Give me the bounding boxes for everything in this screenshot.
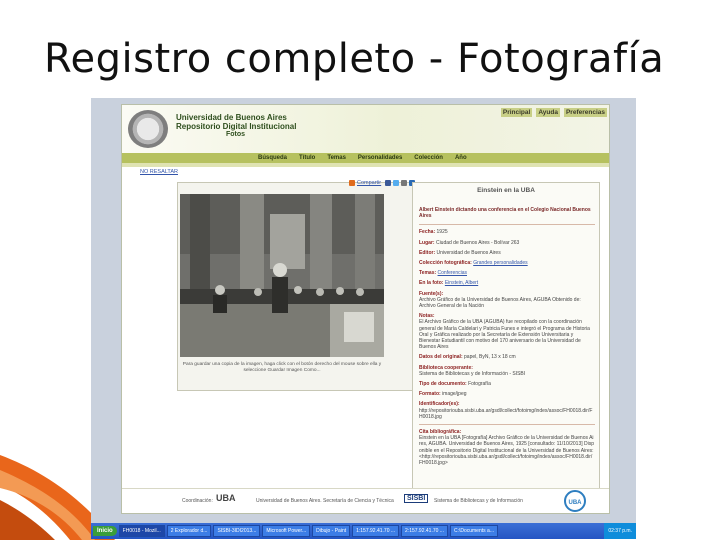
- uba-seal-logo[interactable]: UBA: [564, 490, 586, 512]
- menu-underline: [122, 163, 609, 167]
- divider: [419, 424, 595, 426]
- secretaria-text: Universidad de Buenos Aires. Secretaría …: [256, 498, 394, 504]
- start-button[interactable]: Inicio: [93, 526, 117, 536]
- field-fuente: Fuente(s): Archivo Gráfico de la Univers…: [419, 291, 595, 310]
- field-temas: Temas: Conferencias: [419, 270, 595, 276]
- field-value: http://repositoriouba.sisbi.uba.ar/gsdl/…: [419, 407, 593, 420]
- taskbar-item[interactable]: 2 Explorador d...: [166, 525, 212, 537]
- web-page: Universidad de Buenos Aires Repositorio …: [121, 104, 610, 514]
- field-label: Lugar:: [419, 239, 435, 246]
- field-editor: Editor: Universidad de Buenos Aires: [419, 250, 595, 256]
- university-seal-logo: [128, 110, 168, 148]
- field-value: El Archivo Gráfico de la UBA (AGUBA) fue…: [419, 319, 590, 351]
- record-details-panel: Einstein en la UBA Albert Einstein dicta…: [412, 182, 600, 496]
- coleccion-link[interactable]: Grandes personalidades: [473, 260, 527, 266]
- nav-ayuda[interactable]: Ayuda: [536, 108, 560, 117]
- field-value: image/jpeg: [442, 391, 467, 398]
- divider: [419, 224, 595, 226]
- browser-screenshot: Universidad de Buenos Aires Repositorio …: [91, 98, 636, 539]
- field-identificador: Identificador(es): http://repositoriouba…: [419, 401, 595, 420]
- en-la-foto-link[interactable]: Einstein, Albert: [445, 280, 478, 286]
- field-cita: Cita bibliográfica: Einstein en la UBA […: [419, 429, 595, 466]
- nav-preferencias[interactable]: Preferencias: [563, 108, 607, 117]
- menu-ano[interactable]: Año: [455, 153, 467, 163]
- field-label: Datos del original:: [419, 354, 463, 361]
- top-nav: Principal Ayuda Preferencias: [500, 108, 607, 117]
- menu-temas[interactable]: Temas: [327, 153, 346, 163]
- site-footer: Coordinación: UBA Universidad de Buenos …: [122, 488, 609, 513]
- field-value: Archivo Gráfico de la Universidad de Bue…: [419, 296, 581, 310]
- uba-logo[interactable]: UBA: [216, 493, 236, 503]
- taskbar-item[interactable]: C:\Documents a...: [449, 525, 498, 537]
- menu-busqueda[interactable]: Búsqueda: [258, 153, 287, 163]
- sistema-text: Sistema de Bibliotecas y de Información: [434, 498, 523, 504]
- site-subtitle: Repositorio Digital Institucional: [176, 122, 297, 131]
- photo-caption: Para guardar una copia de la imagen, hag…: [182, 362, 382, 373]
- field-label: Formato:: [419, 391, 441, 398]
- field-value: papel, ByN, 13 x 18 cm: [464, 354, 516, 361]
- field-datos-original: Datos del original: papel, ByN, 13 x 18 …: [419, 354, 595, 360]
- menu-coleccion[interactable]: Colección: [414, 153, 443, 163]
- record-title: Einstein en la UBA: [477, 187, 535, 194]
- historical-photograph[interactable]: [180, 194, 384, 357]
- slide-title: Registro completo - Fotografía: [44, 36, 665, 82]
- field-lugar: Lugar: Ciudad de Buenos Aires - Bolívar …: [419, 240, 595, 246]
- field-label: Temas:: [419, 270, 437, 277]
- twitter-icon[interactable]: [393, 180, 400, 186]
- site-header: Universidad de Buenos Aires Repositorio …: [122, 105, 609, 153]
- field-fecha: Fecha: 1925: [419, 229, 595, 235]
- taskbar-item[interactable]: SISBI-3IDI2013...: [213, 525, 261, 537]
- taskbar-item[interactable]: Microsoft Power...: [262, 525, 311, 537]
- field-en-la-foto: En la foto: Einstein, Albert: [419, 280, 595, 286]
- share-bar: Compartir: [349, 180, 416, 186]
- nav-principal[interactable]: Principal: [500, 108, 533, 117]
- sisbi-logo[interactable]: SISBI: [404, 494, 429, 503]
- field-label: Colección fotográfica:: [419, 260, 472, 267]
- taskbar-item[interactable]: 1:157.92.41.70 ...: [352, 525, 400, 537]
- field-value: Einstein en la UBA [Fotografía] Archivo …: [419, 435, 595, 467]
- email-icon[interactable]: [401, 180, 408, 186]
- menu-titulo[interactable]: Título: [299, 153, 315, 163]
- windows-taskbar: Inicio FH0018 - Mozil... 2 Explorador d.…: [91, 523, 636, 539]
- field-coleccion: Colección fotográfica: Grandes personali…: [419, 260, 595, 266]
- system-clock: 02:37 p.m.: [604, 523, 636, 539]
- field-label: En la foto:: [419, 280, 444, 287]
- browse-menu: Búsqueda Título Temas Personalidades Col…: [122, 153, 609, 163]
- field-value: Ciudad de Buenos Aires - Bolívar 263: [435, 239, 520, 246]
- field-value: Universidad de Buenos Aires: [436, 249, 501, 256]
- field-formato: Formato: image/jpeg: [419, 391, 595, 397]
- record-lead: Albert Einstein dictando una conferencia…: [419, 207, 591, 220]
- temas-link[interactable]: Conferencias: [438, 270, 467, 276]
- field-biblioteca: Biblioteca cooperante: Sistema de Biblio…: [419, 365, 595, 377]
- field-tipo: Tipo de documento: Fotografía: [419, 381, 595, 387]
- field-value: 1925: [436, 229, 448, 236]
- field-label: Fecha:: [419, 229, 436, 236]
- menu-personalidades[interactable]: Personalidades: [358, 153, 402, 163]
- field-notas: Notas: El Archivo Gráfico de la UBA (AGU…: [419, 313, 595, 350]
- field-value: Fotografía: [468, 381, 491, 388]
- share-link[interactable]: Compartir: [357, 180, 381, 186]
- site-name: Universidad de Buenos Aires: [176, 113, 287, 122]
- share-icon[interactable]: [349, 180, 355, 186]
- field-value: Sistema de Bibliotecas y de Información …: [419, 370, 526, 377]
- field-label: Tipo de documento:: [419, 381, 467, 388]
- site-section: Fotos: [226, 131, 246, 138]
- record-metadata: Albert Einstein dictando una conferencia…: [419, 207, 595, 470]
- no-resaltar-link[interactable]: NO RESALTAR: [140, 169, 178, 175]
- facebook-icon[interactable]: [385, 180, 392, 186]
- taskbar-item[interactable]: Dibujo - Paint: [312, 525, 351, 537]
- field-label: Editor:: [419, 249, 436, 256]
- coordinacion-label: Coordinación:: [182, 498, 213, 504]
- taskbar-item[interactable]: 2:157.92.41.70 ...: [401, 525, 448, 537]
- taskbar-item[interactable]: FH0018 - Mozil...: [118, 525, 165, 537]
